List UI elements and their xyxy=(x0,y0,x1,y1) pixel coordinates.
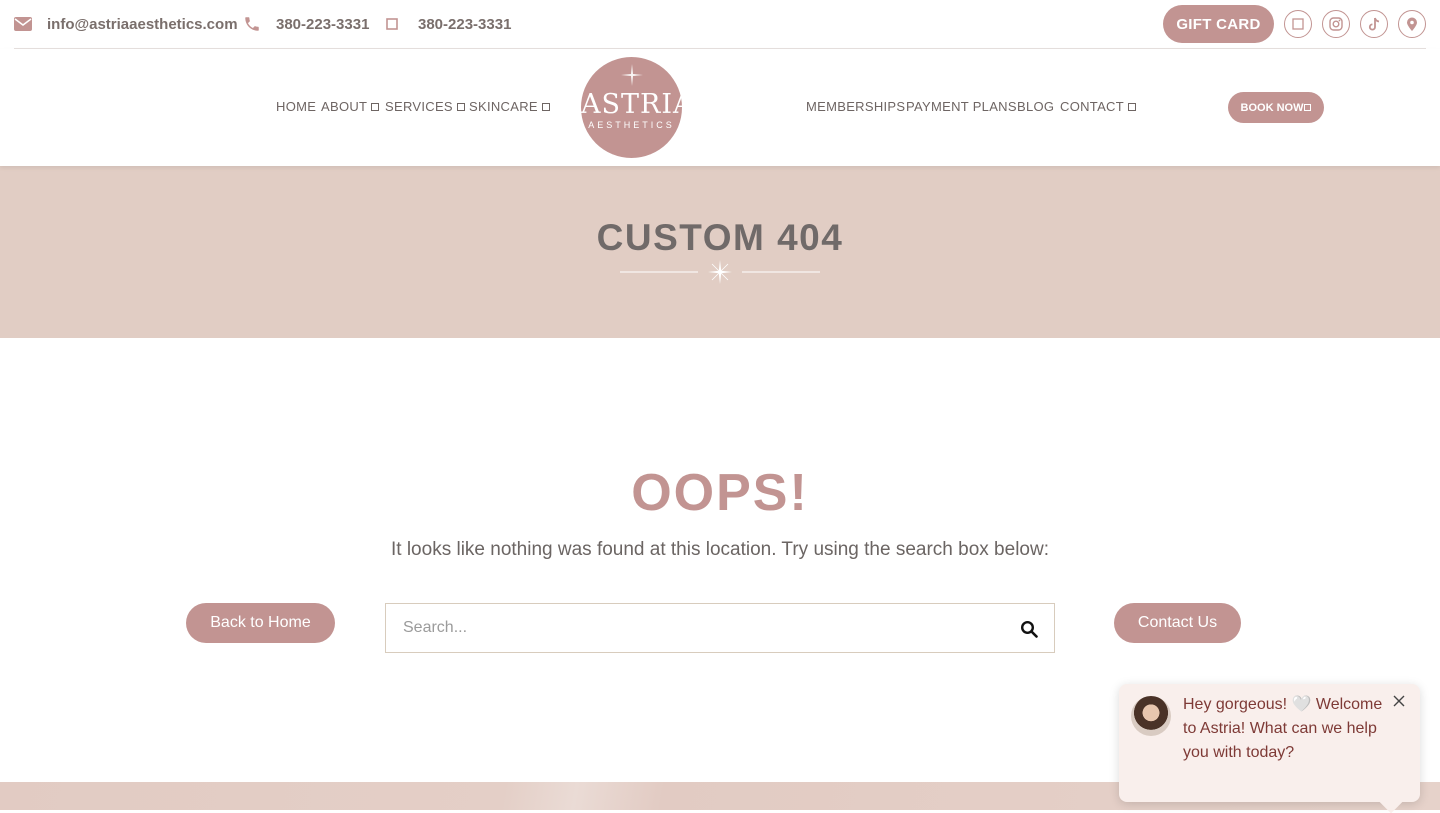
sparkle-icon xyxy=(621,64,643,86)
error-message: It looks like nothing was found at this … xyxy=(391,539,1049,560)
book-now-button[interactable]: BOOK NOW xyxy=(1228,92,1324,123)
back-to-home-button[interactable]: Back to Home xyxy=(186,603,335,643)
page-title: CUSTOM 404 xyxy=(596,217,844,258)
nav-services[interactable]: SERVICES xyxy=(385,98,465,116)
phone2-text: 380-223-3331 xyxy=(418,15,512,33)
nav-blog[interactable]: BLOG xyxy=(1017,98,1054,116)
dropdown-caret-icon xyxy=(541,103,550,111)
main-nav: HOME ABOUT SERVICES SKINCARE ASTRIA AEST… xyxy=(0,49,1440,166)
phone-text: 380-223-3331 xyxy=(276,15,370,33)
email-text: info@astriaaesthetics.com xyxy=(47,15,238,33)
top-bar: info@astriaaesthetics.com 380-223-3331 3… xyxy=(0,0,1440,49)
logo-subtitle: AESTHETICS xyxy=(588,120,675,130)
search-icon xyxy=(1020,620,1038,638)
search-input[interactable] xyxy=(386,604,1006,652)
chat-popup[interactable]: Hey gorgeous! 🤍 Welcome to Astria! What … xyxy=(1119,684,1420,813)
phone-link[interactable]: 380-223-3331 xyxy=(243,0,369,48)
nav-home[interactable]: HOME xyxy=(276,98,316,116)
site-logo[interactable]: ASTRIA AESTHETICS xyxy=(581,57,694,158)
error-heading: OOPS! xyxy=(631,464,809,522)
sparkle-divider-icon xyxy=(620,260,820,284)
dropdown-caret-icon xyxy=(456,103,465,111)
page-hero: CUSTOM 404 xyxy=(0,166,1440,338)
close-icon[interactable] xyxy=(1392,694,1406,708)
instagram-icon[interactable] xyxy=(1322,10,1350,38)
external-icon xyxy=(1304,104,1312,111)
dropdown-caret-icon xyxy=(371,103,380,111)
tiktok-icon[interactable] xyxy=(1360,10,1388,38)
nav-memberships[interactable]: MEMBERSHIPS xyxy=(806,98,905,116)
location-pin-icon[interactable] xyxy=(1398,10,1426,38)
search-box xyxy=(385,603,1055,653)
phone-icon xyxy=(243,15,261,33)
gift-card-button[interactable]: GIFT CARD xyxy=(1163,5,1274,43)
phone2-link[interactable]: 380-223-3331 xyxy=(386,0,511,48)
social-square-icon[interactable] xyxy=(1284,10,1312,38)
nav-about[interactable]: ABOUT xyxy=(321,98,380,116)
dropdown-caret-icon xyxy=(1127,103,1136,111)
nav-contact[interactable]: CONTACT xyxy=(1060,98,1136,116)
avatar xyxy=(1131,696,1171,736)
email-link[interactable]: info@astriaaesthetics.com xyxy=(14,0,238,48)
nav-payment-plans[interactable]: PAYMENT PLANS xyxy=(906,98,1017,116)
chat-message: Hey gorgeous! 🤍 Welcome to Astria! What … xyxy=(1183,696,1383,761)
nav-skincare[interactable]: SKINCARE xyxy=(469,98,550,116)
search-button[interactable] xyxy=(1018,618,1040,640)
contact-us-button[interactable]: Contact Us xyxy=(1114,603,1241,643)
envelope-icon xyxy=(14,17,32,31)
square-icon xyxy=(386,18,398,30)
logo-name: ASTRIA xyxy=(581,89,694,120)
